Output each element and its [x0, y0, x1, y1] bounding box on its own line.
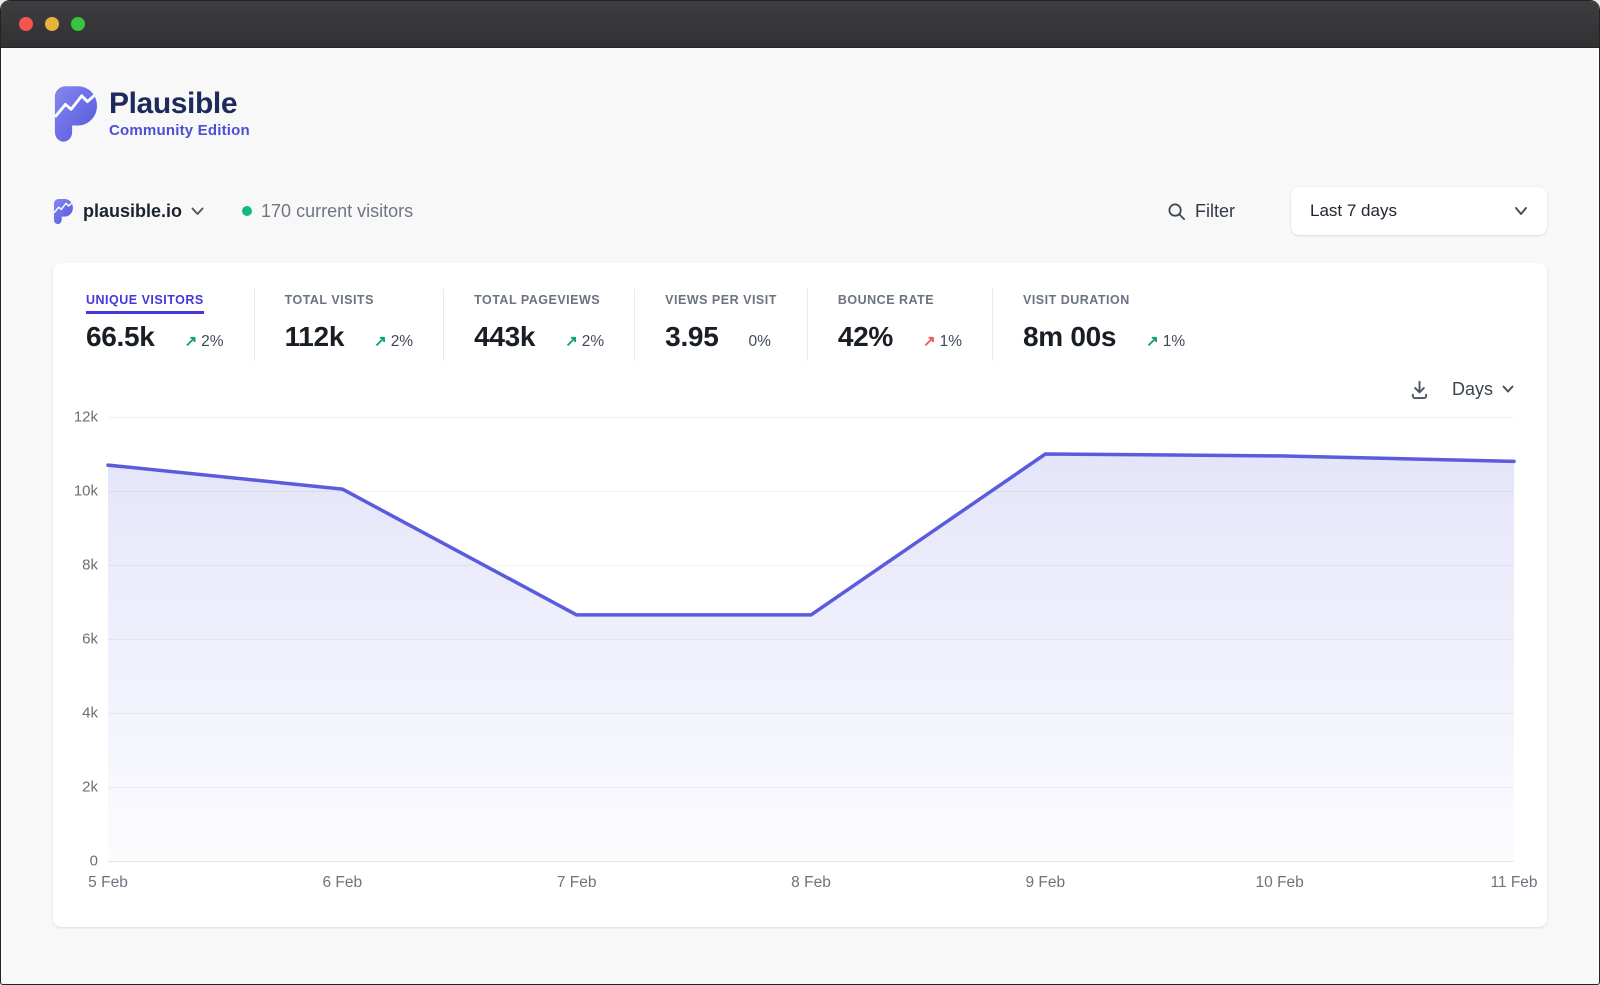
trend-arrow-icon: ↗: [565, 332, 578, 350]
stat-label: TOTAL VISITS: [285, 293, 374, 314]
stat-delta: ↗ 2%: [565, 332, 604, 351]
gridline: [108, 861, 1514, 862]
stat-value: 443k: [474, 321, 535, 353]
stat-label: TOTAL PAGEVIEWS: [474, 293, 600, 314]
chart-canvas: [108, 417, 1514, 861]
stat-card-visit-duration[interactable]: VISIT DURATION 8m 00s ↗ 1%: [993, 289, 1215, 361]
x-axis-tick: 10 Feb: [1256, 874, 1304, 892]
window-titlebar: [1, 1, 1599, 48]
trend-arrow-icon: ↗: [374, 332, 387, 350]
filter-label: Filter: [1195, 201, 1235, 222]
app-window: Plausible Community Edition plausible.io…: [0, 0, 1600, 985]
live-dot-icon: [242, 206, 252, 216]
trend-arrow-icon: ↗: [185, 332, 198, 350]
export-button[interactable]: [1409, 379, 1430, 400]
stat-value: 3.95: [665, 321, 718, 353]
stat-change: 2%: [201, 333, 223, 351]
stat-label: BOUNCE RATE: [838, 293, 934, 314]
stat-card-total-visits[interactable]: TOTAL VISITS 112k ↗ 2%: [255, 289, 445, 361]
trend-arrow-icon: ↗: [1146, 332, 1159, 350]
x-axis-tick: 6 Feb: [323, 874, 363, 892]
interval-select[interactable]: Days: [1452, 379, 1514, 400]
interval-chevron-down-icon: [1502, 385, 1514, 394]
interval-value: Days: [1452, 379, 1493, 400]
stat-delta: ↗ 1%: [1146, 332, 1185, 351]
stat-card-bounce-rate[interactable]: BOUNCE RATE 42% ↗ 1%: [808, 289, 993, 361]
date-range-chevron-down-icon: [1514, 206, 1528, 216]
analytics-card: UNIQUE VISITORS 66.5k ↗ 2% TOTAL VISITS …: [53, 263, 1547, 927]
stat-delta: ↗ 2%: [374, 332, 413, 351]
stat-card-unique-visitors[interactable]: UNIQUE VISITORS 66.5k ↗ 2%: [86, 289, 255, 361]
stat-value: 112k: [285, 321, 345, 353]
stat-delta: 0%: [748, 333, 770, 351]
stat-delta: ↗ 1%: [923, 332, 962, 351]
x-axis-tick: 7 Feb: [557, 874, 597, 892]
stat-change: 1%: [940, 333, 962, 351]
plausible-logo: Plausible Community Edition: [53, 86, 1547, 142]
brand-edition: Community Edition: [109, 122, 250, 139]
brand-name: Plausible: [109, 89, 250, 119]
site-switcher-chevron-down-icon[interactable]: [191, 207, 204, 216]
y-axis-tick: 0: [90, 853, 98, 870]
stat-label: VISIT DURATION: [1023, 293, 1130, 314]
stat-label: VIEWS PER VISIT: [665, 293, 777, 314]
close-window-button[interactable]: [19, 17, 33, 31]
x-axis-labels: 5 Feb6 Feb7 Feb8 Feb9 Feb10 Feb11 Feb: [108, 874, 1514, 904]
stat-change: 2%: [582, 333, 604, 351]
x-axis-tick: 8 Feb: [791, 874, 831, 892]
site-bar: plausible.io 170 current visitors Filter: [53, 186, 1547, 236]
stat-value: 66.5k: [86, 321, 155, 353]
download-icon: [1409, 379, 1430, 400]
y-axis-tick: 12k: [74, 409, 98, 426]
traffic-lights: [19, 17, 85, 31]
y-axis-tick: 4k: [82, 704, 98, 721]
stat-change: 1%: [1163, 333, 1185, 351]
stat-value: 42%: [838, 321, 893, 353]
minimize-window-button[interactable]: [45, 17, 59, 31]
filter-button[interactable]: Filter: [1167, 201, 1235, 222]
dashboard-page: Plausible Community Edition plausible.io…: [1, 48, 1599, 984]
x-axis-tick: 5 Feb: [88, 874, 128, 892]
y-axis-tick: 8k: [82, 556, 98, 573]
site-switcher[interactable]: plausible.io: [83, 201, 182, 222]
plausible-logo-icon: [53, 86, 97, 142]
site-favicon: [53, 199, 73, 224]
stats-row: UNIQUE VISITORS 66.5k ↗ 2% TOTAL VISITS …: [86, 289, 1514, 361]
stat-change: 0%: [748, 333, 770, 351]
chart-section: 12k10k8k6k4k2k0 5 Feb 6 Feb 7 Feb 8 Feb 9 Fe…: [86, 417, 1514, 904]
stat-change: 2%: [391, 333, 413, 351]
visitors-area-chart[interactable]: 12k10k8k6k4k2k0: [108, 417, 1514, 861]
current-visitors[interactable]: 170 current visitors: [242, 201, 413, 222]
trend-arrow-icon: ↗: [923, 332, 936, 350]
stat-delta: ↗ 2%: [185, 332, 224, 351]
x-axis-tick: 9 Feb: [1026, 874, 1066, 892]
date-range-select[interactable]: Last 7 days: [1291, 187, 1547, 235]
y-axis-tick: 2k: [82, 779, 98, 796]
chart-controls: Days: [86, 375, 1514, 403]
stat-value: 8m 00s: [1023, 321, 1116, 353]
zoom-window-button[interactable]: [71, 17, 85, 31]
y-axis-tick: 6k: [82, 631, 98, 648]
current-visitors-label: 170 current visitors: [261, 201, 413, 222]
y-axis-tick: 10k: [74, 482, 98, 499]
search-icon: [1167, 202, 1186, 221]
date-range-value: Last 7 days: [1310, 201, 1397, 221]
stat-card-views-per-visit[interactable]: VIEWS PER VISIT 3.95 0%: [635, 289, 808, 361]
stat-label: UNIQUE VISITORS: [86, 293, 204, 314]
x-axis-tick: 11 Feb: [1490, 874, 1537, 892]
stat-card-total-pageviews[interactable]: TOTAL PAGEVIEWS 443k ↗ 2%: [444, 289, 635, 361]
